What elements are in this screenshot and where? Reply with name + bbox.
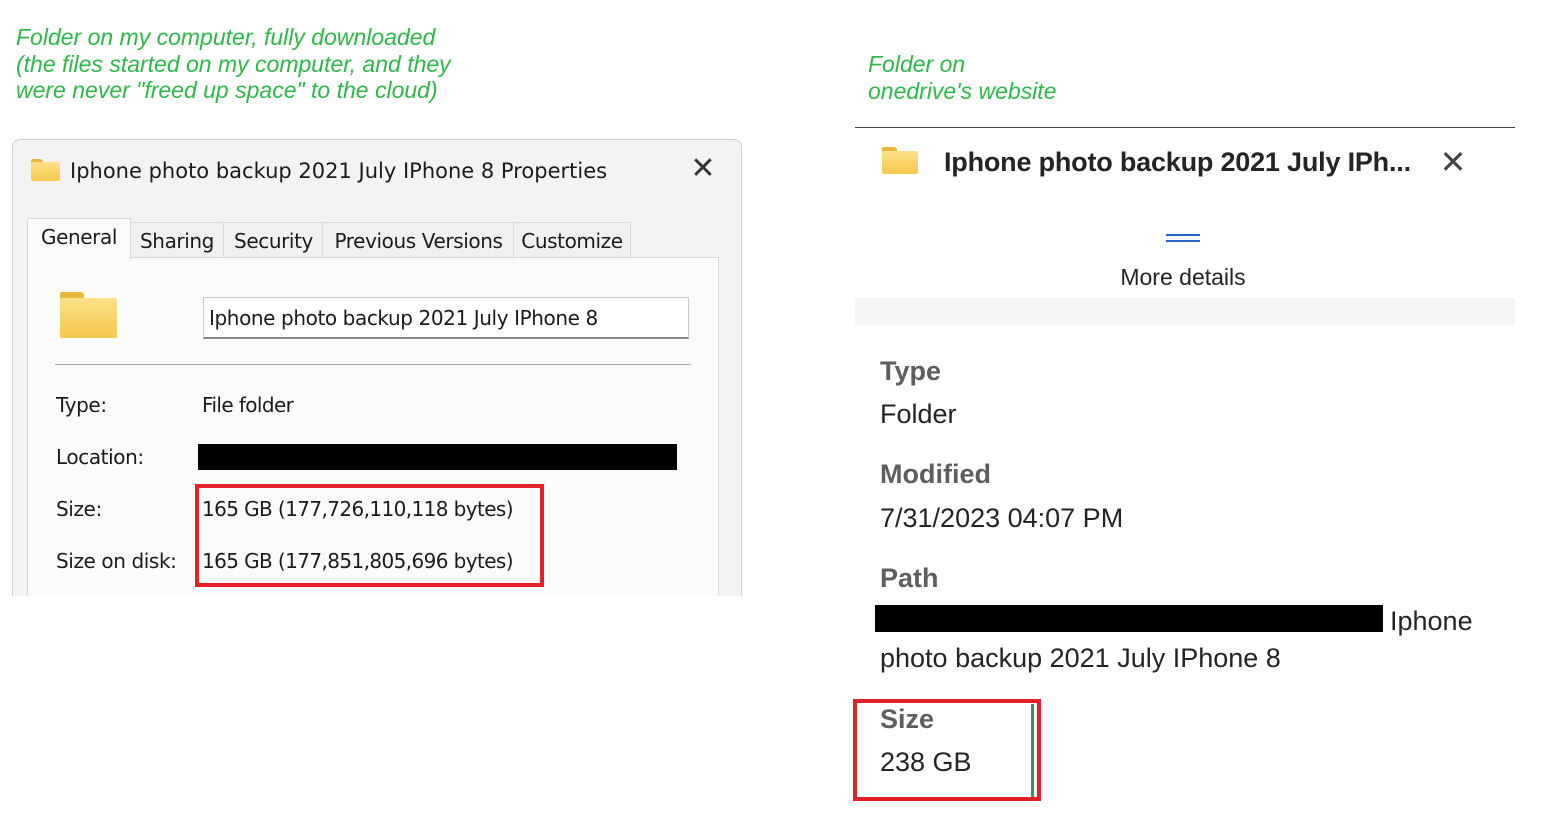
details-title: Iphone photo backup 2021 July IPh... xyxy=(944,147,1411,177)
type-label: Type: xyxy=(56,393,107,417)
caption-local-folder: Folder on my computer, fully downloaded … xyxy=(16,24,451,103)
size-label: Size: xyxy=(56,497,102,521)
dialog-titlebar: Iphone photo backup 2021 July IPhone 8 P… xyxy=(13,140,741,204)
more-details-link[interactable]: More details xyxy=(1083,264,1283,291)
properties-dialog: Iphone photo backup 2021 July IPhone 8 P… xyxy=(12,139,742,596)
onedrive-details-pane: Iphone photo backup 2021 July IPh... ✕ M… xyxy=(853,127,1515,827)
location-redaction xyxy=(198,444,677,470)
size-highlight-box xyxy=(853,699,1041,801)
section-separator xyxy=(855,298,1515,325)
path-redaction xyxy=(875,605,1383,632)
tab-previous-versions[interactable]: Previous Versions xyxy=(322,222,515,259)
divider xyxy=(55,364,691,365)
folder-icon xyxy=(882,147,918,174)
type-label: Type xyxy=(880,356,942,386)
path-value-line2: photo backup 2021 July IPhone 8 xyxy=(880,643,1281,673)
type-value: Folder xyxy=(880,399,957,429)
close-icon[interactable]: ✕ xyxy=(685,152,721,188)
close-icon[interactable]: ✕ xyxy=(1433,143,1473,183)
location-label: Location: xyxy=(56,445,144,469)
more-details-icon[interactable] xyxy=(1166,231,1200,245)
type-value: File folder xyxy=(202,393,294,417)
size-highlight-box xyxy=(195,484,544,587)
folder-icon xyxy=(31,159,60,181)
modified-label: Modified xyxy=(880,459,991,489)
size-on-disk-label: Size on disk: xyxy=(56,549,177,573)
folder-icon xyxy=(60,292,117,338)
tab-general[interactable]: General xyxy=(27,218,131,260)
path-label: Path xyxy=(880,563,939,593)
tab-security[interactable]: Security xyxy=(223,222,324,259)
modified-value: 7/31/2023 04:07 PM xyxy=(880,503,1124,533)
caption-onedrive-folder: Folder on onedrive's website xyxy=(868,51,1057,104)
dialog-title: Iphone photo backup 2021 July IPhone 8 P… xyxy=(70,159,608,183)
folder-name-input[interactable] xyxy=(203,297,689,339)
path-value-line1: Iphone xyxy=(1390,606,1473,636)
tab-customize[interactable]: Customize xyxy=(513,222,631,259)
divider xyxy=(855,127,1515,128)
tab-sharing[interactable]: Sharing xyxy=(129,222,225,259)
